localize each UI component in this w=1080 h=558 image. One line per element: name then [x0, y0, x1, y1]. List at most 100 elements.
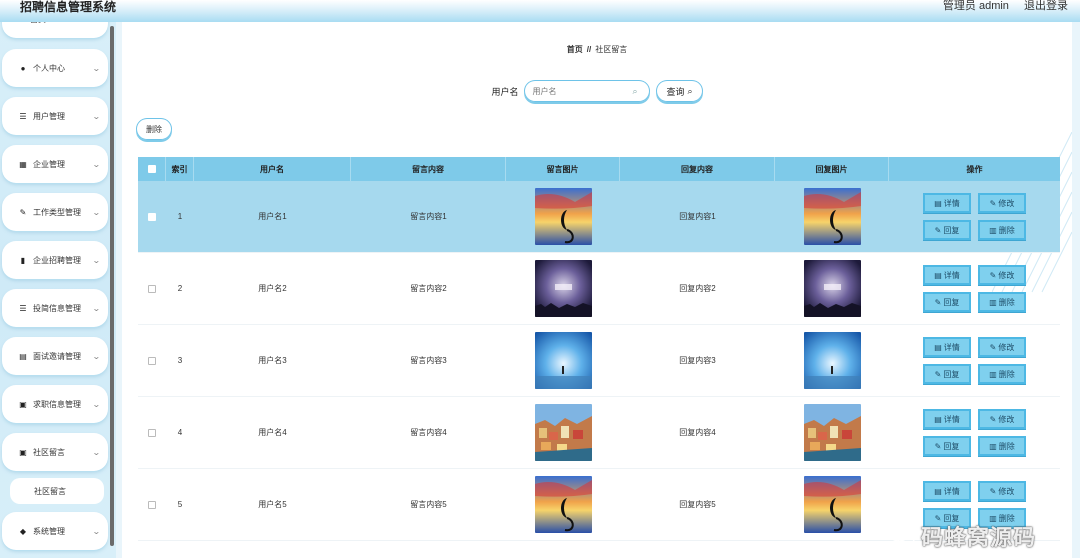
detail-button[interactable]: ▤ 详情	[923, 481, 971, 501]
sidebar-item-label: 企业管理	[33, 159, 65, 169]
sidebar-item-label: 工作类型管理	[33, 207, 81, 217]
sidebar-item-label: 面试邀请管理	[33, 351, 81, 361]
delete-label: 删除	[998, 297, 1015, 307]
sidebar: 首页 ● 个人中心 ⌄ ☰ 用户管理 ⌄ ▦ 企业管理 ⌄ ✎ 工作类型管理 ⌄ ▮ 企业招聘管理 ⌄ ☰ 投简…	[0, 22, 116, 558]
reply-button[interactable]: ✎ 回复	[923, 364, 971, 384]
cell-username: 用户名3	[258, 356, 287, 365]
row-checkbox[interactable]	[148, 212, 156, 221]
breadcrumb-home[interactable]: 首页	[567, 45, 583, 54]
detail-button[interactable]: ▤ 详情	[923, 337, 971, 357]
delete-button[interactable]: ▥ 删除	[978, 292, 1026, 312]
row-select-cell	[138, 469, 166, 540]
sidebar-item-2[interactable]: ☰ 用户管理 ⌄	[2, 97, 108, 135]
pencil-icon: ✎	[989, 486, 997, 496]
detail-button[interactable]: ▤ 详情	[923, 265, 971, 285]
table-row[interactable]: 3 用户名3 留言内容3 回复内容3 ▤ 详情 ✎ 修改 ✎ 回复 ▥ 删除	[138, 325, 1060, 397]
sidebar-item-6[interactable]: ☰ 投简信息管理 ⌄	[2, 289, 108, 327]
row-select-cell	[138, 253, 166, 324]
pencil-icon: ✎	[934, 225, 942, 235]
message-image-1	[534, 188, 592, 245]
sidebar-item-9[interactable]: ▣ 社区留言 ⌄	[2, 433, 108, 471]
cell-actions: ▤ 详情 ✎ 修改 ✎ 回复 ▥ 删除	[889, 181, 1060, 252]
chevron-down-icon: ⌄	[92, 351, 102, 361]
top-bar: 招聘信息管理系统 管理员 admin 退出登录	[0, 0, 1080, 22]
chevron-down-icon: ⌄	[92, 255, 102, 265]
delete-button[interactable]: ▥ 删除	[978, 364, 1026, 384]
table-row[interactable]: 1 用户名1 留言内容1 回复内容1 ▤ 详情 ✎ 修改 ✎ 回复 ▥ 删除	[138, 181, 1060, 253]
document-icon: ▤	[934, 342, 942, 352]
app-title: 招聘信息管理系统	[20, 0, 117, 14]
pencil-icon: ✎	[989, 198, 997, 208]
sidebar-item-5[interactable]: ▮ 企业招聘管理 ⌄	[2, 241, 108, 279]
batch-delete-button[interactable]: 删除	[136, 118, 172, 140]
delete-label: 删除	[998, 369, 1015, 379]
cell-reply-image	[775, 469, 889, 540]
sidebar-item-7[interactable]: ▤ 面试邀请管理 ⌄	[2, 337, 108, 375]
cell-index: 4	[177, 428, 183, 437]
table-row[interactable]: 2 用户名2 留言内容2 回复内容2 ▤ 详情 ✎ 修改 ✎ 回复 ▥ 删除	[138, 253, 1060, 325]
edit-button[interactable]: ✎ 修改	[978, 481, 1026, 501]
trash-icon: ▥	[989, 369, 997, 379]
watermark-text: 码蜂窝源码	[920, 525, 1036, 550]
detail-button[interactable]: ▤ 详情	[923, 409, 971, 429]
edit-button[interactable]: ✎ 修改	[978, 193, 1026, 213]
document-icon: ▤	[934, 198, 942, 208]
row-checkbox[interactable]	[148, 500, 156, 509]
delete-button[interactable]: ▥ 删除	[978, 436, 1026, 456]
row-checkbox[interactable]	[148, 356, 156, 365]
apps-icon: ▣	[19, 447, 27, 457]
col-reply-image: 回复图片	[775, 157, 889, 181]
list-icon: ☰	[19, 111, 27, 121]
pencil-icon: ✎	[989, 414, 997, 424]
edit-button[interactable]: ✎ 修改	[978, 337, 1026, 357]
search-box[interactable]: ⌕	[524, 80, 651, 102]
row-checkbox[interactable]	[148, 284, 156, 293]
table-row[interactable]: 4 用户名4 留言内容4 回复内容4 ▤ 详情 ✎ 修改 ✎ 回复 ▥ 删除	[138, 397, 1060, 469]
edit-label: 修改	[998, 414, 1015, 424]
wechat-icon	[889, 526, 915, 546]
cell-content: 留言内容2	[410, 284, 447, 293]
search-label: 用户名	[491, 86, 519, 97]
sidebar-item-label: 投简信息管理	[33, 303, 81, 313]
sidebar-item-4[interactable]: ✎ 工作类型管理 ⌄	[2, 193, 108, 231]
query-button[interactable]: 查询 ⌕	[656, 80, 703, 102]
reply-image-4	[803, 404, 861, 461]
edit-button[interactable]: ✎ 修改	[978, 265, 1026, 285]
main-area: 首页//社区留言 用户名 ⌕ 查询 ⌕ 删除 索引 用户名 留言内容 留言图片	[116, 22, 1080, 558]
pencil-icon: ✎	[934, 369, 942, 379]
sidebar-scrollbar[interactable]	[110, 26, 114, 546]
sidebar-item-10[interactable]: ◆ 系统管理 ⌄	[2, 512, 108, 550]
delete-label: 删除	[998, 225, 1015, 235]
apps-icon: ▣	[19, 399, 27, 409]
sidebar-item-home[interactable]: 首页	[2, 22, 108, 38]
sidebar-item-1[interactable]: ● 个人中心 ⌄	[2, 49, 108, 87]
table-header: 索引 用户名 留言内容 留言图片 回复内容 回复图片 操作	[138, 157, 1060, 181]
reply-button[interactable]: ✎ 回复	[923, 220, 971, 240]
edit-button[interactable]: ✎ 修改	[978, 409, 1026, 429]
cell-index: 3	[177, 356, 183, 365]
reply-button[interactable]: ✎ 回复	[923, 436, 971, 456]
query-button-label: 查询	[666, 86, 685, 97]
delete-button[interactable]: ▥ 删除	[978, 220, 1026, 240]
trash-icon: ▥	[989, 225, 997, 235]
detail-button[interactable]: ▤ 详情	[923, 193, 971, 213]
row-checkbox[interactable]	[148, 428, 156, 437]
username-search-input[interactable]	[532, 86, 633, 96]
submenu-item-community[interactable]: 社区留言	[10, 478, 104, 504]
reply-button[interactable]: ✎ 回复	[923, 292, 971, 312]
pencil-icon: ✎	[934, 297, 942, 307]
sidebar-item-label: 企业招聘管理	[33, 255, 81, 265]
select-all-checkbox[interactable]	[147, 165, 156, 173]
sidebar-item-8[interactable]: ▣ 求职信息管理 ⌄	[2, 385, 108, 423]
logout-link[interactable]: 退出登录	[1024, 0, 1068, 12]
detail-label: 详情	[943, 414, 960, 424]
sidebar-item-3[interactable]: ▦ 企业管理 ⌄	[2, 145, 108, 183]
edit-label: 修改	[998, 486, 1015, 496]
message-image-5	[534, 476, 592, 533]
sidebar-item-label: 个人中心	[33, 63, 65, 73]
cell-actions: ▤ 详情 ✎ 修改 ✎ 回复 ▥ 删除	[889, 397, 1060, 468]
detail-label: 详情	[943, 270, 960, 280]
row-select-cell	[138, 325, 166, 396]
cell-index: 5	[177, 500, 183, 509]
message-image-4	[534, 404, 592, 461]
